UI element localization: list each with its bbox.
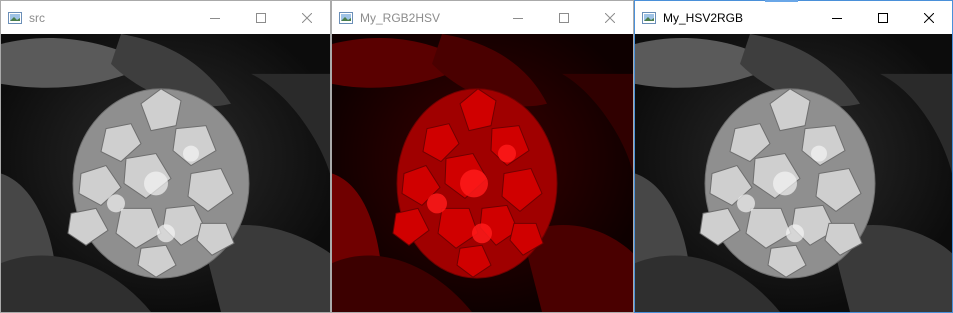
minimize-icon — [513, 17, 523, 19]
close-icon — [605, 12, 615, 23]
window-title: My_RGB2HSV — [360, 10, 441, 25]
minimize-icon — [210, 17, 220, 19]
window-rgb2hsv[interactable]: My_RGB2HSV — [331, 0, 634, 313]
maximize-button[interactable] — [860, 1, 906, 34]
close-button[interactable] — [284, 1, 330, 34]
image-display-src — [1, 34, 330, 312]
title-bar[interactable]: src — [1, 1, 330, 34]
app-icon — [642, 11, 656, 24]
active-window-indicator — [765, 0, 798, 2]
close-icon — [302, 12, 312, 23]
maximize-button[interactable] — [238, 1, 284, 34]
close-button[interactable] — [587, 1, 633, 34]
maximize-button[interactable] — [541, 1, 587, 34]
app-icon — [339, 11, 353, 24]
caption-buttons — [192, 1, 330, 34]
minimize-button[interactable] — [495, 1, 541, 34]
window-src[interactable]: src — [0, 0, 331, 313]
title-bar[interactable]: My_RGB2HSV — [332, 1, 633, 34]
app-icon — [8, 11, 22, 24]
minimize-button[interactable] — [192, 1, 238, 34]
image-display-rgb2hsv — [332, 34, 633, 312]
desktop: src My_RGB2HSV My_HSV2RGB — [0, 0, 953, 313]
minimize-button[interactable] — [814, 1, 860, 34]
close-button[interactable] — [906, 1, 952, 34]
image-display-hsv2rgb — [635, 34, 952, 312]
caption-buttons — [814, 1, 952, 34]
caption-buttons — [495, 1, 633, 34]
title-bar[interactable]: My_HSV2RGB — [635, 1, 952, 34]
minimize-icon — [832, 17, 842, 19]
window-title: src — [29, 10, 45, 25]
maximize-icon — [559, 12, 569, 23]
window-title: My_HSV2RGB — [663, 10, 744, 25]
maximize-icon — [878, 12, 888, 23]
close-icon — [924, 12, 934, 23]
maximize-icon — [256, 12, 266, 23]
window-hsv2rgb[interactable]: My_HSV2RGB — [634, 0, 953, 313]
